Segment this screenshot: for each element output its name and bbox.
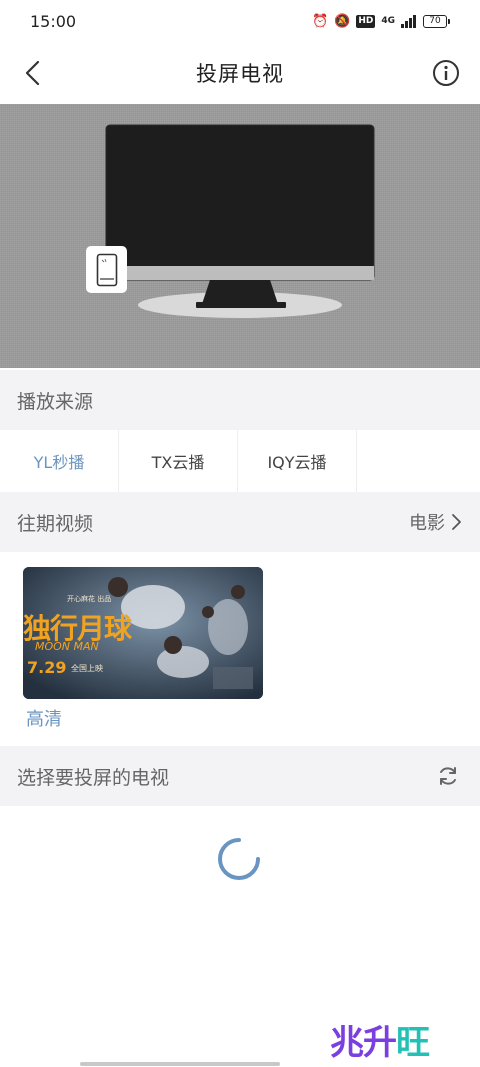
chevron-left-icon [25,60,40,86]
poster-top-text: 开心麻花 出品 [67,595,112,603]
watermark-logo: 兆升旺 [330,1015,430,1064]
source-section-title: 播放来源 [17,390,94,413]
tab-iqy-label: IQY云播 [267,453,327,472]
tab-tx-label: TX云播 [151,453,205,472]
alarm-icon: ⏰ [311,13,329,29]
status-bar: 15:00 ⏰ 🔕 HD 4G 70 [0,0,480,42]
chevron-right-icon [452,514,461,530]
status-icons: ⏰ 🔕 HD 4G 70 [312,14,450,29]
signal-icon [401,14,416,28]
loading-spinner [218,838,260,880]
poster-subtitle: MOON MAN [35,640,99,653]
tv-preview-stage [0,104,480,368]
tv-select-title: 选择要投屏的电视 [17,766,170,789]
source-tabs: YL秒播 TX云播 IQY云播 [0,430,480,492]
quality-label: 高清 [26,709,62,730]
info-icon [433,60,459,86]
category-label: 电影 [409,513,445,534]
refresh-icon [440,767,456,785]
tab-tx[interactable]: TX云播 [119,430,238,492]
tv-illustration [105,124,375,318]
past-videos-title: 往期视频 [17,512,94,535]
category-link[interactable]: 电影 [409,509,462,535]
mute-icon: 🔕 [334,13,351,29]
video-card[interactable]: 开心麻花 出品 独行月球 MOON MAN 7.29 全国上映 [23,567,263,699]
phone-badge [86,246,127,293]
past-videos-header: 往期视频 电影 [0,492,480,552]
nav-bar: 投屏电视 [0,42,480,104]
watermark-part1: 兆升 [330,1023,397,1063]
poster-release: 全国上映 [71,664,103,673]
tab-iqy[interactable]: IQY云播 [238,430,357,492]
home-indicator[interactable] [80,1062,280,1066]
back-button[interactable] [18,58,48,88]
network-label: 4G [381,16,395,26]
page-title: 投屏电视 [196,62,284,86]
source-section-header: 播放来源 [0,370,480,430]
watermark-part2: 旺 [396,1023,430,1063]
info-button[interactable] [432,59,460,87]
status-time: 15:00 [30,11,77,31]
phone-icon [96,253,117,286]
battery-icon: 70 [423,14,450,28]
hd-badge: HD [356,14,376,28]
tv-select-header: 选择要投屏的电视 [0,746,480,806]
battery-level: 70 [429,16,441,26]
tab-yl-label: YL秒播 [33,453,85,472]
tab-yl[interactable]: YL秒播 [0,430,119,492]
refresh-button[interactable] [434,762,462,790]
poster-date: 7.29 [27,658,67,677]
